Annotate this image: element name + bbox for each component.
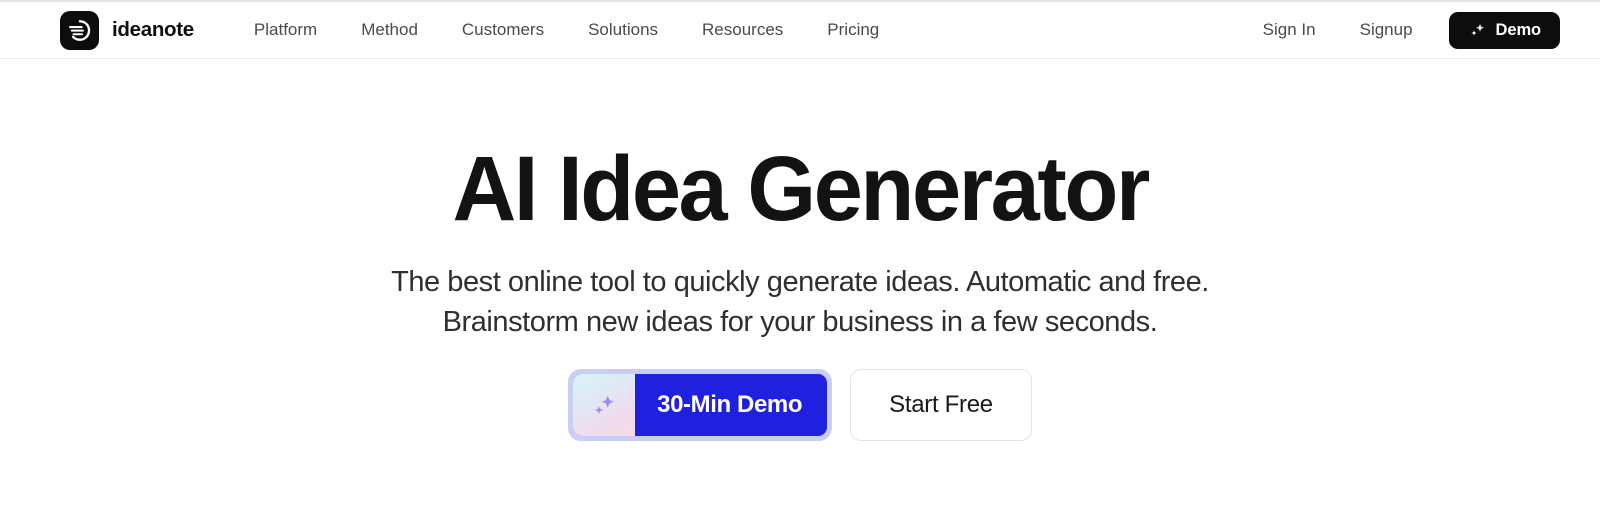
cta-button-row: 30-Min Demo Start Free (568, 369, 1032, 442)
hero-subtitle: The best online tool to quickly generate… (391, 262, 1209, 342)
book-demo-button-label: 30-Min Demo (657, 391, 803, 419)
nav-item-solutions[interactable]: Solutions (566, 14, 680, 46)
nav-item-pricing[interactable]: Pricing (805, 14, 901, 46)
nav-item-platform[interactable]: Platform (232, 14, 339, 46)
nav-item-customers[interactable]: Customers (440, 14, 566, 46)
site-header: ideanote Platform Method Customers Solut… (0, 2, 1600, 59)
sparkles-icon (1468, 21, 1487, 40)
header-demo-button[interactable]: Demo (1448, 11, 1560, 49)
start-free-button-label: Start Free (889, 391, 993, 419)
hero-subtitle-line-2: Brainstorm new ideas for your business i… (442, 306, 1158, 339)
page-root: ideanote Platform Method Customers Solut… (0, 0, 1600, 507)
header-actions: Sign In Signup Demo (1241, 11, 1560, 49)
hero-section: AI Idea Generator The best online tool t… (0, 59, 1600, 507)
sign-in-link[interactable]: Sign In (1241, 14, 1338, 46)
brand-logo-link[interactable]: ideanote (60, 10, 194, 50)
sparkles-icon (573, 374, 636, 437)
page-title: AI Idea Generator (452, 138, 1150, 240)
book-demo-button-inner: 30-Min Demo (573, 374, 828, 437)
header-demo-button-label: Demo (1495, 20, 1542, 39)
book-demo-button[interactable]: 30-Min Demo (568, 369, 833, 442)
nav-item-resources[interactable]: Resources (680, 14, 805, 46)
hero-subtitle-line-1: The best online tool to quickly generate… (391, 266, 1209, 298)
ideanote-motion-mark-icon (60, 10, 99, 50)
nav-item-method[interactable]: Method (339, 14, 440, 46)
brand-name-text: ideanote (112, 17, 194, 41)
start-free-button[interactable]: Start Free (850, 369, 1032, 442)
primary-navigation: Platform Method Customers Solutions Reso… (232, 14, 901, 46)
signup-link[interactable]: Signup (1338, 14, 1435, 46)
